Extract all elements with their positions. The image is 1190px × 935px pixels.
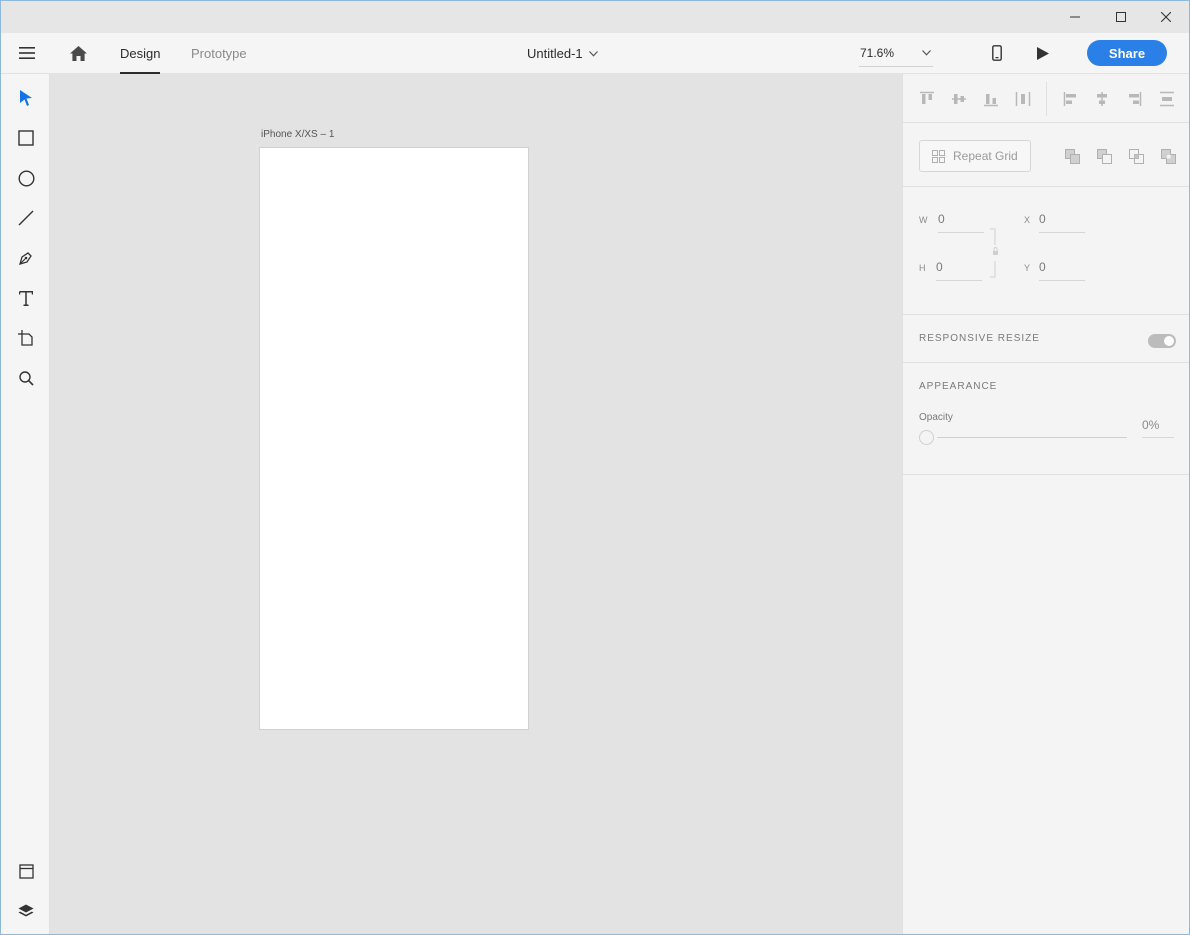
opacity-label: Opacity xyxy=(919,412,953,423)
height-field[interactable]: 0 xyxy=(936,257,982,281)
align-divider xyxy=(1046,82,1047,116)
zoom-select[interactable]: 71.6% xyxy=(859,39,933,67)
boolean-add-icon[interactable] xyxy=(1063,147,1081,165)
opacity-value-field[interactable]: 0% xyxy=(1142,413,1174,438)
responsive-resize-toggle[interactable] xyxy=(1148,334,1176,348)
x-label: X xyxy=(1024,215,1031,225)
minimize-icon[interactable] xyxy=(1052,1,1098,33)
y-label: Y xyxy=(1024,263,1031,273)
property-inspector: Repeat Grid W 0 H 0 X 0 Y 0 RESPONSIVE R… xyxy=(902,74,1189,934)
artboard-label[interactable]: iPhone X/XS – 1 xyxy=(261,129,334,140)
distribute-vertical-icon[interactable] xyxy=(1157,89,1177,109)
share-button[interactable]: Share xyxy=(1087,40,1167,66)
grid-icon xyxy=(932,149,945,163)
zoom-value: 71.6% xyxy=(860,45,895,60)
tab-design[interactable]: Design xyxy=(120,33,161,74)
tab-prototype[interactable]: Prototype xyxy=(191,33,247,74)
appearance-section: APPEARANCE Opacity 0% xyxy=(903,363,1189,475)
home-icon[interactable] xyxy=(67,43,89,63)
rectangle-icon[interactable] xyxy=(11,123,41,153)
boolean-subtract-icon[interactable] xyxy=(1095,147,1113,165)
opacity-slider-track[interactable] xyxy=(937,437,1127,438)
phone-icon[interactable] xyxy=(987,43,1007,63)
artboard[interactable] xyxy=(259,147,529,730)
transform-section: W 0 H 0 X 0 Y 0 xyxy=(903,187,1189,315)
repeat-grid-button[interactable]: Repeat Grid xyxy=(919,140,1031,172)
text-icon[interactable] xyxy=(11,283,41,313)
align-middle-icon[interactable] xyxy=(949,89,969,109)
repeat-grid-section: Repeat Grid xyxy=(903,123,1189,187)
pen-icon[interactable] xyxy=(11,243,41,273)
close-icon[interactable] xyxy=(1143,1,1189,33)
distribute-horizontal-icon[interactable] xyxy=(1013,89,1033,109)
align-right-icon[interactable] xyxy=(1124,89,1144,109)
hamburger-icon[interactable] xyxy=(15,43,39,63)
artboard-icon[interactable] xyxy=(11,323,41,353)
repeat-grid-label: Repeat Grid xyxy=(953,149,1018,163)
tool-bar xyxy=(1,74,50,934)
play-icon[interactable] xyxy=(1033,43,1053,63)
maximize-icon[interactable] xyxy=(1098,1,1144,33)
responsive-resize-label: RESPONSIVE RESIZE xyxy=(919,333,1040,344)
y-field[interactable]: 0 xyxy=(1039,257,1085,281)
align-bottom-icon[interactable] xyxy=(981,89,1001,109)
ellipse-icon[interactable] xyxy=(11,163,41,193)
line-icon[interactable] xyxy=(11,203,41,233)
opacity-slider-thumb[interactable] xyxy=(919,430,934,445)
chevron-down-icon xyxy=(588,50,598,57)
layers-icon[interactable] xyxy=(11,896,41,926)
zoom-icon[interactable] xyxy=(11,363,41,393)
responsive-resize-section: RESPONSIVE RESIZE xyxy=(903,315,1189,363)
app-bar: Design Prototype Untitled-1 71.6% Share xyxy=(1,33,1189,74)
align-top-icon[interactable] xyxy=(917,89,937,109)
lock-aspect-icon[interactable] xyxy=(989,228,999,278)
select-icon[interactable] xyxy=(11,83,41,113)
boolean-intersect-icon[interactable] xyxy=(1127,147,1145,165)
align-center-icon[interactable] xyxy=(1092,89,1112,109)
align-left-icon[interactable] xyxy=(1061,89,1081,109)
document-title-text: Untitled-1 xyxy=(527,46,583,61)
height-label: H xyxy=(919,263,926,273)
title-bar xyxy=(1,1,1189,33)
app-window: Design Prototype Untitled-1 71.6% Share xyxy=(0,0,1190,935)
x-field[interactable]: 0 xyxy=(1039,209,1085,233)
chevron-down-icon xyxy=(922,49,931,56)
design-canvas[interactable]: iPhone X/XS – 1 xyxy=(50,74,902,934)
width-field[interactable]: 0 xyxy=(938,209,984,233)
boolean-exclude-icon[interactable] xyxy=(1159,147,1177,165)
width-label: W xyxy=(919,215,928,225)
document-title[interactable]: Untitled-1 xyxy=(527,33,598,74)
assets-icon[interactable] xyxy=(11,856,41,886)
align-section xyxy=(903,74,1189,123)
appearance-label: APPEARANCE xyxy=(919,381,998,392)
